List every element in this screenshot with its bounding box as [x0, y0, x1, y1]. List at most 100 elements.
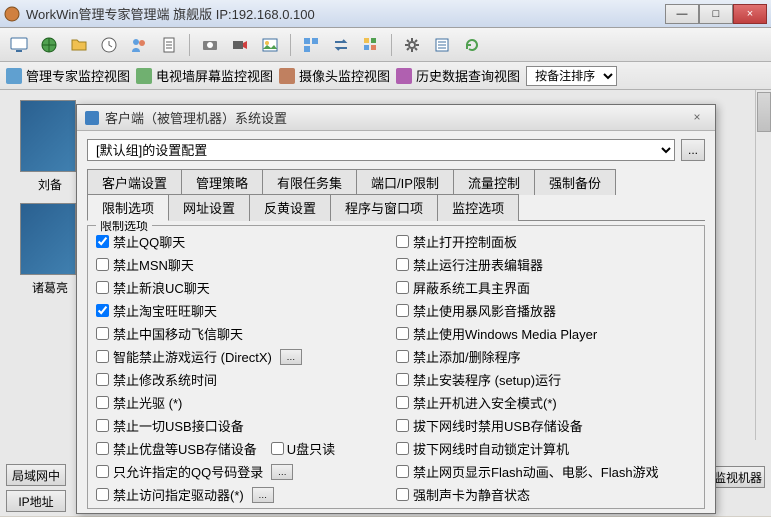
lan-tab[interactable]: 局域网中	[6, 464, 66, 486]
option-checkbox[interactable]	[396, 419, 409, 432]
option-detail-button[interactable]: …	[280, 349, 302, 365]
option-checkbox[interactable]	[96, 235, 109, 248]
config-browse-button[interactable]: ...	[681, 139, 705, 161]
settings-tab[interactable]: 流量控制	[453, 169, 535, 195]
option-checkbox[interactable]	[96, 350, 109, 363]
option-checkbox[interactable]	[396, 281, 409, 294]
dialog-title: 客户端（被管理机器）系统设置	[105, 108, 687, 127]
option-checkbox[interactable]	[96, 304, 109, 317]
option-label: 禁止一切USB接口设备	[113, 416, 244, 435]
restrict-option: 禁止安装程序 (setup)运行	[396, 370, 696, 389]
option-checkbox[interactable]	[96, 281, 109, 294]
option-checkbox[interactable]	[396, 258, 409, 271]
option-label: 禁止访问指定驱动器(*)	[113, 485, 244, 504]
option-checkbox[interactable]	[96, 465, 109, 478]
view-camera[interactable]: 摄像头监控视图	[279, 66, 390, 85]
view-history[interactable]: 历史数据查询视图	[396, 66, 520, 85]
settings-tab[interactable]: 强制备份	[534, 169, 616, 195]
option-checkbox[interactable]	[96, 373, 109, 386]
settings-tab[interactable]: 有限任务集	[262, 169, 357, 195]
scrollbar[interactable]	[755, 90, 771, 440]
restrict-option: 禁止中国移动飞信聊天	[96, 324, 396, 343]
restrict-option: 拔下网线时禁用USB存储设备	[396, 416, 696, 435]
screen-icon[interactable]	[6, 32, 32, 58]
clock-icon[interactable]	[96, 32, 122, 58]
gear-icon[interactable]	[399, 32, 425, 58]
restrict-option: 禁止运行注册表编辑器	[396, 255, 696, 274]
dialog-icon	[85, 111, 99, 125]
list-icon[interactable]	[429, 32, 455, 58]
settings-tab[interactable]: 网址设置	[168, 194, 250, 221]
settings-tab[interactable]: 反黄设置	[249, 194, 331, 221]
sort-combo[interactable]: 按备注排序	[526, 66, 617, 86]
settings-tab[interactable]: 监控选项	[437, 194, 519, 221]
settings-tab[interactable]: 客户端设置	[87, 169, 182, 195]
titlebar: WorkWin管理专家管理端 旗舰版 IP:192.168.0.100 — □ …	[0, 0, 771, 28]
ip-tab[interactable]: IP地址	[6, 490, 66, 512]
option-checkbox[interactable]	[396, 304, 409, 317]
document-icon[interactable]	[156, 32, 182, 58]
view-expert[interactable]: 管理专家监控视图	[6, 66, 130, 85]
option-checkbox[interactable]	[271, 442, 284, 455]
option-checkbox[interactable]	[396, 465, 409, 478]
option-label: 禁止使用暴风影音播放器	[413, 301, 556, 320]
option-label: 拔下网线时禁用USB存储设备	[413, 416, 583, 435]
client-label: 诸葛亮	[20, 279, 80, 296]
settings-tab[interactable]: 限制选项	[87, 194, 169, 221]
restrict-option: 拔下网线时自动锁定计算机	[396, 439, 696, 458]
exchange-icon[interactable]	[328, 32, 354, 58]
option-checkbox[interactable]	[396, 327, 409, 340]
option-label: 禁止网页显示Flash动画、电影、Flash游戏	[413, 462, 659, 481]
option-label: 禁止使用Windows Media Player	[413, 324, 597, 343]
settings-tab[interactable]: 端口/IP限制	[356, 169, 454, 195]
dialog-close-button[interactable]: ×	[687, 110, 707, 126]
settings-tab[interactable]: 管理策略	[181, 169, 263, 195]
close-button[interactable]: ×	[733, 4, 767, 24]
grid-icon[interactable]	[358, 32, 384, 58]
option-checkbox[interactable]	[396, 235, 409, 248]
option-label: 禁止QQ聊天	[113, 232, 185, 251]
option-detail-button[interactable]: …	[271, 464, 293, 480]
option-checkbox[interactable]	[396, 488, 409, 501]
record-icon[interactable]	[227, 32, 253, 58]
restrict-option: 禁止新浪UC聊天	[96, 278, 396, 297]
option-label: 禁止添加/删除程序	[413, 347, 521, 366]
settings-tab[interactable]: 程序与窗口项	[330, 194, 438, 221]
monitor-machine-button[interactable]: 监视机器	[711, 466, 765, 488]
maximize-button[interactable]: □	[699, 4, 733, 24]
option-checkbox[interactable]	[396, 373, 409, 386]
config-group-combo[interactable]: [默认组]的设置配置	[87, 139, 675, 161]
option-checkbox[interactable]	[396, 350, 409, 363]
windows-icon[interactable]	[298, 32, 324, 58]
minimize-button[interactable]: —	[665, 4, 699, 24]
client-thumb[interactable]	[20, 203, 76, 275]
restrict-option: 禁止打开控制面板	[396, 232, 696, 251]
option-checkbox[interactable]	[96, 419, 109, 432]
option-detail-button[interactable]: …	[252, 487, 274, 503]
restrict-option: 禁止优盘等USB存储设备U盘只读	[96, 439, 396, 458]
users-icon[interactable]	[126, 32, 152, 58]
option-label: 禁止开机进入安全模式(*)	[413, 393, 557, 412]
option-checkbox[interactable]	[96, 442, 109, 455]
globe-icon[interactable]	[36, 32, 62, 58]
picture-icon[interactable]	[257, 32, 283, 58]
option-checkbox[interactable]	[96, 327, 109, 340]
option-checkbox[interactable]	[96, 396, 109, 409]
camera-icon[interactable]	[197, 32, 223, 58]
client-thumb[interactable]	[20, 100, 76, 172]
settings-tabs: 客户端设置管理策略有限任务集端口/IP限制流量控制强制备份限制选项网址设置反黄设…	[87, 169, 705, 221]
settings-dialog: 客户端（被管理机器）系统设置 × [默认组]的设置配置 ... 客户端设置管理策…	[76, 104, 716, 514]
restrict-option: 禁止修改系统时间	[96, 370, 396, 389]
app-icon	[4, 6, 20, 22]
option-checkbox[interactable]	[396, 442, 409, 455]
inline-option: U盘只读	[271, 439, 335, 458]
option-label: 智能禁止游戏运行 (DirectX)	[113, 347, 272, 366]
option-checkbox[interactable]	[396, 396, 409, 409]
option-label: 屏蔽系统工具主界面	[413, 278, 530, 297]
view-tvwall[interactable]: 电视墙屏幕监控视图	[136, 66, 273, 85]
folder-icon[interactable]	[66, 32, 92, 58]
option-checkbox[interactable]	[96, 488, 109, 501]
refresh-icon[interactable]	[459, 32, 485, 58]
option-checkbox[interactable]	[96, 258, 109, 271]
option-label: 禁止淘宝旺旺聊天	[113, 301, 217, 320]
